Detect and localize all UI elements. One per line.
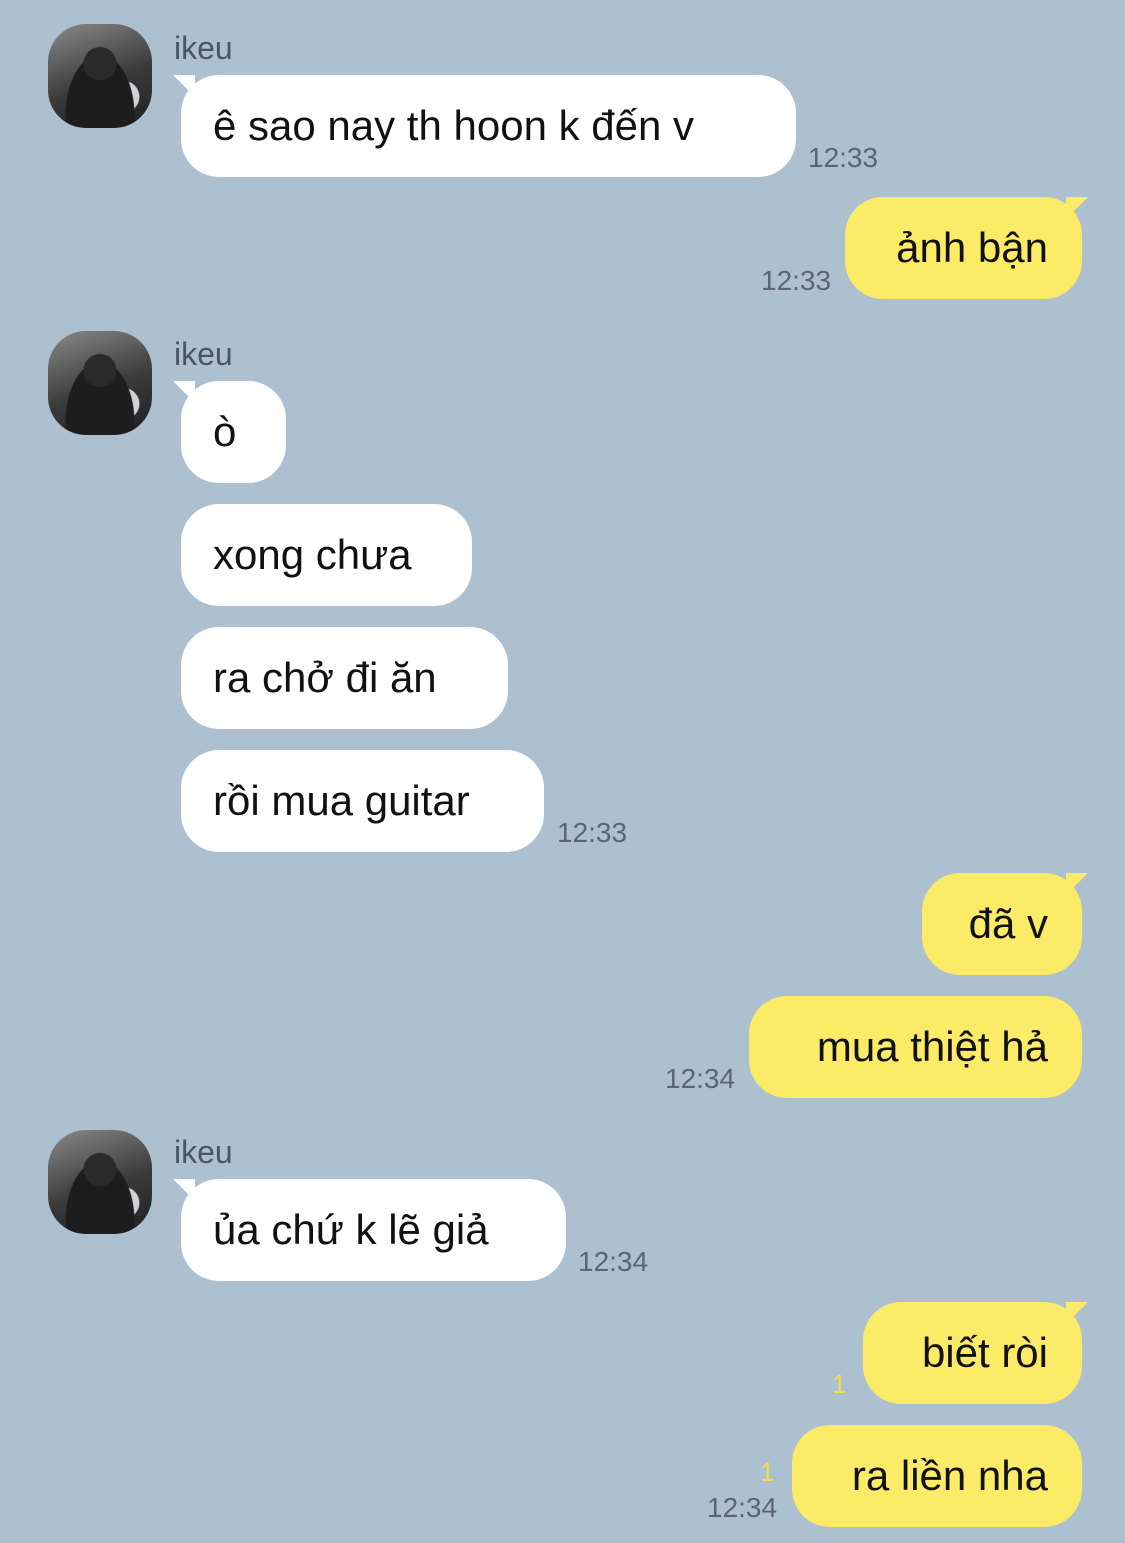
message-bubble-outgoing[interactable]: đã v <box>922 873 1088 975</box>
message-text: ò <box>213 408 237 455</box>
contact-name: ikeu <box>174 336 233 372</box>
message-time: 12:34 <box>665 1063 736 1094</box>
message-time: 12:33 <box>761 265 832 296</box>
message-time: 12:33 <box>557 817 628 848</box>
message-bubble-incoming[interactable]: ủa chứ k lẽ giả <box>173 1179 566 1281</box>
contact-avatar[interactable] <box>48 24 152 128</box>
contact-name: ikeu <box>174 1134 233 1170</box>
contact-avatar[interactable] <box>48 331 152 435</box>
message-text: mua thiệt hả <box>816 1023 1048 1070</box>
message-text: ê sao nay th hoon k đến v <box>213 102 695 149</box>
message-bubble-incoming[interactable]: xong chưa <box>181 504 472 606</box>
message-bubble-incoming[interactable]: rồi mua guitar <box>181 750 544 852</box>
message-time: 12:33 <box>808 142 879 173</box>
message-bubble-outgoing[interactable]: ảnh bận <box>845 197 1088 299</box>
message-text: rồi mua guitar <box>213 777 470 824</box>
message-bubble-outgoing[interactable]: biết ròi <box>863 1302 1088 1404</box>
message-time: 12:34 <box>578 1246 649 1277</box>
unread-count: 1 <box>760 1457 775 1487</box>
message-text: ra chở đi ăn <box>213 654 437 701</box>
message-text: ra liền nha <box>851 1452 1048 1499</box>
message-text: ảnh bận <box>896 224 1048 271</box>
contact-name: ikeu <box>174 30 233 66</box>
message-bubble-outgoing[interactable]: mua thiệt hả <box>749 996 1082 1098</box>
message-bubble-incoming[interactable]: ê sao nay th hoon k đến v <box>173 75 796 177</box>
message-bubble-incoming[interactable]: ra chở đi ăn <box>181 627 508 729</box>
contact-avatar[interactable] <box>48 1130 152 1234</box>
message-text: đã v <box>968 900 1048 947</box>
unread-count: 1 <box>832 1369 847 1399</box>
message-text: ủa chứ k lẽ giả <box>213 1206 489 1253</box>
message-time: 12:34 <box>707 1492 778 1523</box>
message-text: xong chưa <box>213 531 412 578</box>
message-text: biết ròi <box>921 1329 1048 1376</box>
message-bubble-incoming[interactable]: ò <box>173 381 286 483</box>
message-bubble-outgoing[interactable]: ra liền nha <box>792 1425 1082 1527</box>
